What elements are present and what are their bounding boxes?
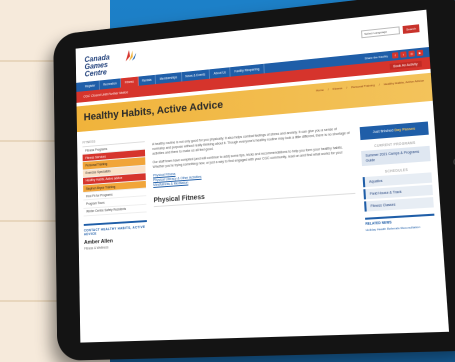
breadcrumb-home[interactable]: Home <box>315 88 325 93</box>
search-button[interactable]: Search <box>402 24 420 34</box>
tablet-device: Canada Games Centre Select Language Sear… <box>53 0 455 361</box>
book-activity-button[interactable]: Book An Activity <box>389 60 422 70</box>
page-title: Healthy Habits, Active Advice <box>83 99 224 124</box>
instagram-icon[interactable]: ◎ <box>408 50 415 57</box>
programs-guide-card[interactable]: Summer 2021 Camps & Programs Guide <box>361 145 431 167</box>
alert-text: CGC Closed Until Further Notice <box>83 90 129 99</box>
site-logo[interactable]: Canada Games Centre <box>84 46 148 78</box>
logo-flame-icon <box>125 49 137 62</box>
twitter-icon[interactable]: t <box>400 51 407 58</box>
tablet-screen: Canada Games Centre Select Language Sear… <box>75 9 450 343</box>
youtube-icon[interactable]: ▶ <box>416 49 424 57</box>
breadcrumb-fitness[interactable]: Fitness <box>332 86 344 91</box>
main-column: A healthy routine is not only good for y… <box>152 116 358 246</box>
breadcrumb-personal-training[interactable]: Personal Training <box>350 83 376 89</box>
contact-heading: CONTACT HEALTHY HABITS, ACTIVE ADVICE <box>83 224 146 237</box>
sidebar: FITNESS Fitness Programs Fitness Service… <box>82 133 148 251</box>
promo-text: Just finished <box>372 128 394 135</box>
language-select[interactable]: Select Language <box>361 26 401 39</box>
facebook-icon[interactable]: f <box>391 52 399 59</box>
promo-highlight: Day Passes <box>394 126 416 133</box>
schedule-fitness-classes[interactable]: Fitness Classes <box>364 197 434 212</box>
logo-line-3: Centre <box>84 67 107 79</box>
section-title: Physical Fitness <box>153 183 356 208</box>
right-column: Just finished Day Passes CURRENT PROGRAM… <box>359 109 436 234</box>
day-pass-promo[interactable]: Just finished Day Passes <box>359 121 429 141</box>
breadcrumb-current: Healthy Habits, Active Advice <box>383 78 425 87</box>
contact-box: CONTACT HEALTHY HABITS, ACTIVE ADVICE Am… <box>83 219 148 251</box>
breadcrumb: Home / Fitness / Personal Training / Hea… <box>315 78 425 93</box>
